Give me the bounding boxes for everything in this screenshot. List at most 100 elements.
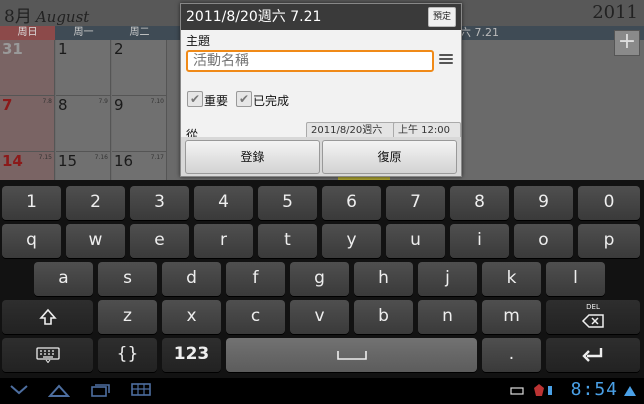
calendar-day-cell[interactable]: 7 7.8 <box>0 96 55 152</box>
key-1[interactable]: 1 <box>2 186 61 220</box>
signal-icon <box>548 386 552 395</box>
key-g[interactable]: g <box>290 262 349 296</box>
key-k[interactable]: k <box>482 262 541 296</box>
new-event-dialog: 2011/8/20週六 7.21 預定 主題 ✔ 重要 ✔ 已完成 從 2011… <box>180 3 462 177</box>
day-number: 15 <box>58 152 78 170</box>
calendar-day-cell[interactable]: 15 7.16 <box>56 152 111 180</box>
space-key[interactable] <box>226 338 477 372</box>
shift-key[interactable] <box>2 300 93 334</box>
backspace-icon <box>581 314 604 328</box>
delete-key[interactable]: DEL <box>546 300 640 334</box>
day-number: 1 <box>58 40 68 58</box>
keyboard-status-icon <box>510 387 524 395</box>
key-a[interactable]: a <box>34 262 93 296</box>
key-w[interactable]: w <box>66 224 125 258</box>
key-n[interactable]: n <box>418 300 477 334</box>
key-s[interactable]: s <box>98 262 157 296</box>
template-list-icon[interactable] <box>439 54 453 68</box>
key-2[interactable]: 2 <box>66 186 125 220</box>
add-event-button[interactable]: + <box>614 30 640 56</box>
key-z[interactable]: z <box>98 300 157 334</box>
important-label: 重要 <box>204 94 229 108</box>
lunar-date: 7.8 <box>42 98 52 105</box>
home-icon[interactable] <box>48 382 70 398</box>
key-v[interactable]: v <box>290 300 349 334</box>
key-3[interactable]: 3 <box>130 186 189 220</box>
key-f[interactable]: f <box>226 262 285 296</box>
key-y[interactable]: y <box>322 224 381 258</box>
day-number: 16 <box>114 152 134 170</box>
recent-apps-icon[interactable] <box>90 382 112 398</box>
braces-key[interactable]: {} <box>98 338 157 372</box>
numeric-mode-key[interactable]: 123 <box>162 338 221 372</box>
key-d[interactable]: d <box>162 262 221 296</box>
calendar-day-cell[interactable]: 31 <box>0 40 55 96</box>
key-e[interactable]: e <box>130 224 189 258</box>
status-clock: 8:54 <box>570 379 618 400</box>
key-c[interactable]: c <box>226 300 285 334</box>
key-4[interactable]: 4 <box>194 186 253 220</box>
day-number: 31 <box>2 40 23 58</box>
calendar-day-cell[interactable]: 14 7.15 <box>0 152 55 180</box>
subject-label: 主題 <box>186 34 211 48</box>
key-p[interactable]: p <box>578 224 640 258</box>
key-o[interactable]: o <box>514 224 573 258</box>
key-t[interactable]: t <box>258 224 317 258</box>
enter-key[interactable] <box>546 338 640 372</box>
month-title: 8月 August <box>4 2 89 27</box>
day-number: 14 <box>2 152 23 170</box>
revert-button[interactable]: 復原 <box>322 140 457 174</box>
key-i[interactable]: i <box>450 224 509 258</box>
key-6[interactable]: 6 <box>322 186 381 220</box>
key-8[interactable]: 8 <box>450 186 509 220</box>
key-9[interactable]: 9 <box>514 186 573 220</box>
android-debug-icon <box>534 384 544 396</box>
dialog-title: 2011/8/20週六 7.21 <box>181 4 461 30</box>
keyboard-icon <box>35 347 60 363</box>
lunar-date: 7.16 <box>94 154 108 161</box>
calendar-day-cell[interactable]: 16 7.17 <box>112 152 167 180</box>
done-checkbox[interactable]: ✔ <box>236 91 252 107</box>
important-checkbox[interactable]: ✔ <box>187 91 203 107</box>
lunar-date: 7.15 <box>38 154 52 161</box>
weekday-tuesday: 周二 <box>129 27 150 38</box>
key-0[interactable]: 0 <box>578 186 640 220</box>
key-j[interactable]: j <box>418 262 477 296</box>
keyboard-switch-key[interactable] <box>2 338 93 372</box>
calendar-day-cell[interactable]: 2 <box>112 40 167 96</box>
lunar-date: 7.9 <box>98 98 108 105</box>
key-b[interactable]: b <box>354 300 413 334</box>
delete-key-label: DEL <box>586 303 600 311</box>
soft-keyboard: 1 2 3 4 5 6 7 8 9 0 q w e r t y u i o p … <box>0 180 644 378</box>
screenshot-icon[interactable] <box>130 382 152 398</box>
lunar-date: 7.17 <box>150 154 164 161</box>
system-nav-bar: 8:54 <box>0 378 644 404</box>
day-number: 2 <box>114 40 124 58</box>
day-number: 8 <box>58 96 68 114</box>
subject-input[interactable] <box>186 50 434 72</box>
key-7[interactable]: 7 <box>386 186 445 220</box>
key-l[interactable]: l <box>546 262 605 296</box>
period-key[interactable]: . <box>482 338 541 372</box>
year-label: 2011 <box>592 2 638 23</box>
save-button[interactable]: 登錄 <box>185 140 320 174</box>
calendar-day-cell[interactable]: 8 7.9 <box>56 96 111 152</box>
calendar-day-cell[interactable]: 9 7.10 <box>112 96 167 152</box>
month-english-label: August <box>35 8 90 26</box>
lunar-date: 7.10 <box>150 98 164 105</box>
key-5[interactable]: 5 <box>258 186 317 220</box>
calendar-day-cell[interactable]: 1 <box>56 40 111 96</box>
weekday-saturday-lunar: 六 7.21 <box>460 26 499 39</box>
key-q[interactable]: q <box>2 224 61 258</box>
key-u[interactable]: u <box>386 224 445 258</box>
preset-button[interactable]: 預定 <box>427 7 456 27</box>
key-h[interactable]: h <box>354 262 413 296</box>
key-r[interactable]: r <box>194 224 253 258</box>
hide-keyboard-icon[interactable] <box>8 382 30 398</box>
weekday-monday: 周一 <box>73 27 94 38</box>
done-label: 已完成 <box>253 94 290 108</box>
key-m[interactable]: m <box>482 300 541 334</box>
enter-icon <box>582 348 603 362</box>
key-x[interactable]: x <box>162 300 221 334</box>
wifi-battery-icon <box>624 386 636 396</box>
